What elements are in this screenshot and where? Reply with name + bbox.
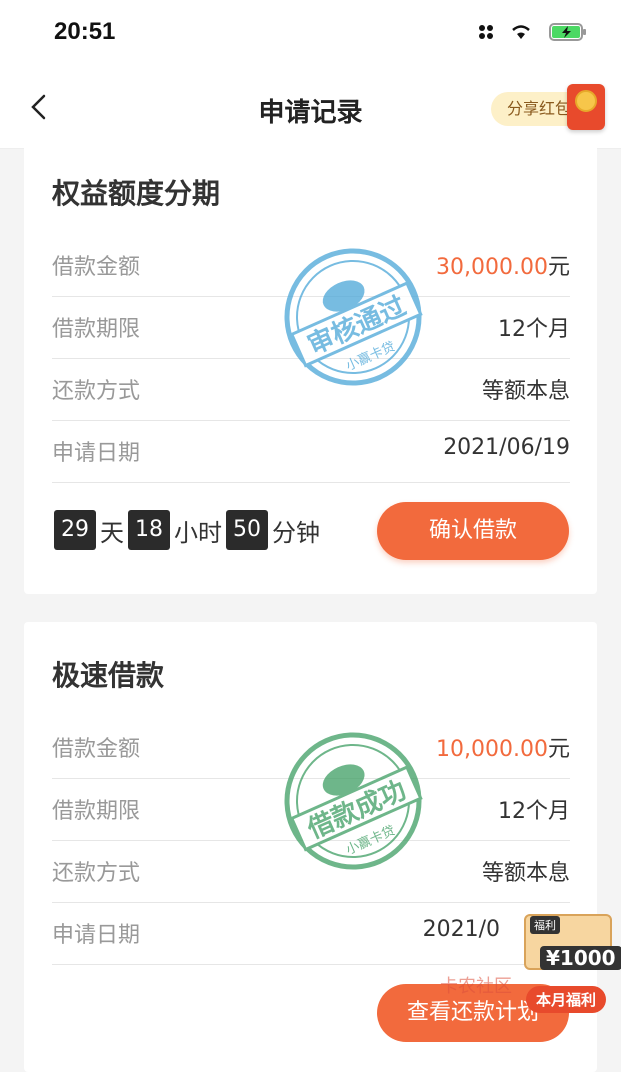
watermark-text: 卡农社区 (440, 976, 512, 997)
row-value: 12个月 (498, 799, 570, 824)
back-arrow-icon[interactable] (24, 92, 54, 122)
loan-amount: 10,000.00 (436, 737, 548, 762)
amount-unit: 元 (547, 737, 570, 762)
countdown-hours: 18 (128, 510, 170, 550)
battery-icon (549, 23, 586, 41)
countdown-timer: 29 天 18 小时 50 分钟 (54, 510, 324, 550)
countdown-minutes-unit: 分钟 (272, 518, 320, 547)
status-time: 20:51 (54, 18, 116, 45)
row-label: 申请日期 (52, 923, 141, 948)
countdown-days-unit: 天 (100, 518, 124, 547)
nav-bar: 申请记录 分享红包 (0, 70, 621, 149)
wifi-icon (512, 25, 530, 39)
row-apply-date: 申请日期 2021/06/19 (52, 420, 570, 483)
row-label: 借款金额 (52, 255, 141, 280)
status-icons (479, 22, 587, 42)
welfare-tag: 福利 (530, 916, 560, 934)
share-red-packet-button[interactable]: 分享红包 (490, 84, 605, 130)
row-value: 30,000.00元 (436, 249, 570, 281)
row-value: 等额本息 (481, 379, 570, 404)
confirm-loan-button[interactable]: 确认借款 (377, 502, 569, 560)
row-label: 借款期限 (52, 799, 141, 824)
row-value: 10,000.00元 (436, 731, 570, 763)
countdown-minutes: 50 (226, 510, 268, 550)
loan-success-stamp: 借款成功 小赢卡贷 (278, 726, 428, 876)
welfare-amount: ¥1000 (540, 946, 621, 970)
row-value: 等额本息 (481, 861, 570, 886)
countdown-days: 29 (54, 510, 96, 550)
application-card-2: 极速借款 借款金额 10,000.00元 借款期限 12个月 还款方式 等额本息… (24, 622, 597, 1072)
row-value: 2021/0 (422, 917, 500, 942)
row-label: 还款方式 (52, 861, 141, 886)
welfare-label: 本月福利 (526, 986, 607, 1013)
card-title: 极速借款 (52, 659, 165, 692)
countdown-hours-unit: 小时 (174, 518, 222, 547)
loan-amount: 30,000.00 (436, 255, 548, 280)
row-value: 12个月 (498, 317, 570, 342)
coupon-icon: 福利 ¥1000 (524, 914, 621, 970)
row-label: 申请日期 (52, 441, 141, 466)
row-label: 借款期限 (52, 317, 141, 342)
approved-stamp: 审核通过 小赢卡贷 (278, 242, 428, 392)
status-bar: 20:51 (0, 0, 621, 70)
card-title: 权益额度分期 (52, 177, 221, 210)
row-label: 借款金额 (52, 737, 141, 762)
row-label: 还款方式 (52, 379, 141, 404)
signal-icon (479, 25, 493, 39)
red-envelope-icon (567, 84, 605, 130)
row-value: 2021/06/19 (443, 435, 570, 460)
row-apply-date: 申请日期 2021/0 (52, 902, 570, 965)
monthly-welfare-widget[interactable]: 福利 ¥1000 本月福利 (518, 906, 621, 1016)
application-card-1: 权益额度分期 借款金额 30,000.00元 借款期限 12个月 还款方式 等额… (24, 148, 597, 594)
amount-unit: 元 (547, 255, 570, 280)
